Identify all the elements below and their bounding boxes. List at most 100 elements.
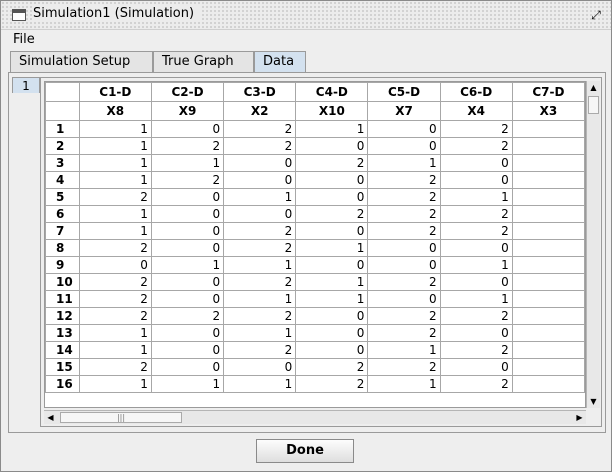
row-header[interactable]: 7 [45, 222, 80, 240]
row-header[interactable]: 9 [45, 256, 80, 274]
scroll-down-icon[interactable]: ▼ [587, 395, 600, 408]
vertical-scrollbar[interactable]: ▲ ▼ [586, 81, 600, 408]
table-cell[interactable]: 1 [150, 154, 225, 172]
table-cell[interactable]: 0 [295, 307, 369, 325]
table-cell[interactable]: 2 [439, 205, 513, 223]
table-cell[interactable]: 2 [295, 205, 369, 223]
table-cell[interactable]: 1 [78, 154, 152, 172]
table-cell[interactable]: 1 [223, 290, 297, 308]
table-cell[interactable]: 2 [367, 205, 441, 223]
table-cell[interactable] [511, 375, 585, 393]
table-cell[interactable]: 0 [223, 358, 297, 376]
table-cell[interactable]: 0 [439, 154, 513, 172]
table-cell[interactable]: 0 [439, 171, 513, 189]
menu-file[interactable]: File [13, 32, 35, 47]
table-cell[interactable]: 1 [150, 375, 225, 393]
table-cell[interactable]: 1 [367, 375, 441, 393]
table-cell[interactable]: 2 [367, 188, 441, 206]
table-cell[interactable]: 0 [295, 324, 369, 342]
table-cell[interactable]: 0 [367, 256, 441, 274]
table-cell[interactable]: 2 [439, 222, 513, 240]
table-cell[interactable]: 0 [295, 256, 369, 274]
table-cell[interactable]: 0 [295, 188, 369, 206]
table-cell[interactable]: 0 [223, 154, 297, 172]
table-cell[interactable]: 0 [223, 205, 297, 223]
table-cell[interactable]: 2 [367, 324, 441, 342]
table-cell[interactable]: 1 [439, 188, 513, 206]
table-cell[interactable]: 0 [150, 205, 225, 223]
table-cell[interactable]: 0 [439, 324, 513, 342]
table-cell[interactable]: 2 [223, 273, 297, 291]
table-cell[interactable]: 2 [367, 171, 441, 189]
table-cell[interactable]: 0 [295, 222, 369, 240]
column-header-variable[interactable]: X7 [367, 101, 441, 121]
table-cell[interactable]: 0 [367, 120, 441, 138]
table-cell[interactable] [511, 290, 585, 308]
table-cell[interactable]: 1 [78, 205, 152, 223]
column-header-variable[interactable]: X4 [439, 101, 513, 121]
row-header[interactable]: 12 [45, 307, 80, 325]
scroll-up-icon[interactable]: ▲ [587, 81, 600, 94]
table-cell[interactable] [511, 222, 585, 240]
table-cell[interactable]: 2 [439, 137, 513, 155]
column-header-variable[interactable]: X9 [150, 101, 225, 121]
table-cell[interactable]: 0 [150, 222, 225, 240]
table-cell[interactable]: 1 [367, 154, 441, 172]
table-cell[interactable]: 1 [439, 256, 513, 274]
table-cell[interactable]: 0 [367, 239, 441, 257]
table-cell[interactable]: 1 [367, 341, 441, 359]
table-cell[interactable]: 2 [439, 120, 513, 138]
row-header[interactable]: 6 [45, 205, 80, 223]
table-cell[interactable]: 0 [439, 358, 513, 376]
table-cell[interactable]: 2 [223, 239, 297, 257]
row-header[interactable]: 16 [45, 375, 80, 393]
done-button[interactable]: Done [256, 439, 354, 463]
table-cell[interactable] [511, 341, 585, 359]
row-header[interactable]: 13 [45, 324, 80, 342]
table-cell[interactable]: 0 [150, 324, 225, 342]
table-cell[interactable]: 1 [150, 256, 225, 274]
table-cell[interactable]: 1 [223, 324, 297, 342]
row-header[interactable]: 10 [45, 273, 80, 291]
table-cell[interactable]: 0 [150, 239, 225, 257]
table-cell[interactable]: 0 [150, 290, 225, 308]
row-header[interactable]: 2 [45, 137, 80, 155]
table-cell[interactable]: 1 [78, 222, 152, 240]
table-cell[interactable]: 2 [78, 358, 152, 376]
table-cell[interactable]: 2 [150, 307, 225, 325]
table-cell[interactable] [511, 137, 585, 155]
column-header-name[interactable]: C2-D [150, 82, 225, 102]
table-cell[interactable]: 1 [78, 341, 152, 359]
table-cell[interactable]: 0 [223, 171, 297, 189]
table-cell[interactable]: 0 [150, 273, 225, 291]
table-cell[interactable]: 2 [78, 307, 152, 325]
column-header-variable[interactable]: X8 [78, 101, 152, 121]
data-grid[interactable]: C1-D C2-D C3-D C4-D C5-D C6-D C7-D X8 X9 X2 X10 X7 X… [44, 81, 586, 408]
table-cell[interactable]: 1 [295, 273, 369, 291]
table-cell[interactable]: 2 [367, 358, 441, 376]
table-cell[interactable] [511, 273, 585, 291]
table-cell[interactable] [511, 239, 585, 257]
row-header[interactable]: 5 [45, 188, 80, 206]
table-cell[interactable]: 1 [295, 120, 369, 138]
row-header[interactable]: 8 [45, 239, 80, 257]
table-cell[interactable]: 2 [78, 188, 152, 206]
title-bar[interactable]: Simulation1 (Simulation) ⤢ [1, 1, 611, 30]
table-cell[interactable]: 1 [223, 188, 297, 206]
table-cell[interactable]: 0 [150, 341, 225, 359]
column-header-name[interactable]: C1-D [78, 82, 152, 102]
table-cell[interactable] [511, 358, 585, 376]
tab-data[interactable]: Data [254, 51, 306, 73]
row-header[interactable]: 3 [45, 154, 80, 172]
table-cell[interactable]: 2 [78, 273, 152, 291]
table-cell[interactable]: 0 [367, 290, 441, 308]
table-cell[interactable]: 2 [78, 239, 152, 257]
column-header-variable[interactable]: X10 [295, 101, 369, 121]
column-header-name[interactable]: C5-D [367, 82, 441, 102]
table-cell[interactable]: 2 [367, 222, 441, 240]
table-cell[interactable]: 1 [223, 375, 297, 393]
table-cell[interactable]: 2 [295, 375, 369, 393]
table-cell[interactable]: 1 [223, 256, 297, 274]
table-cell[interactable]: 2 [223, 120, 297, 138]
horizontal-scrollbar[interactable]: ◀ ||| ▶ [44, 410, 586, 424]
